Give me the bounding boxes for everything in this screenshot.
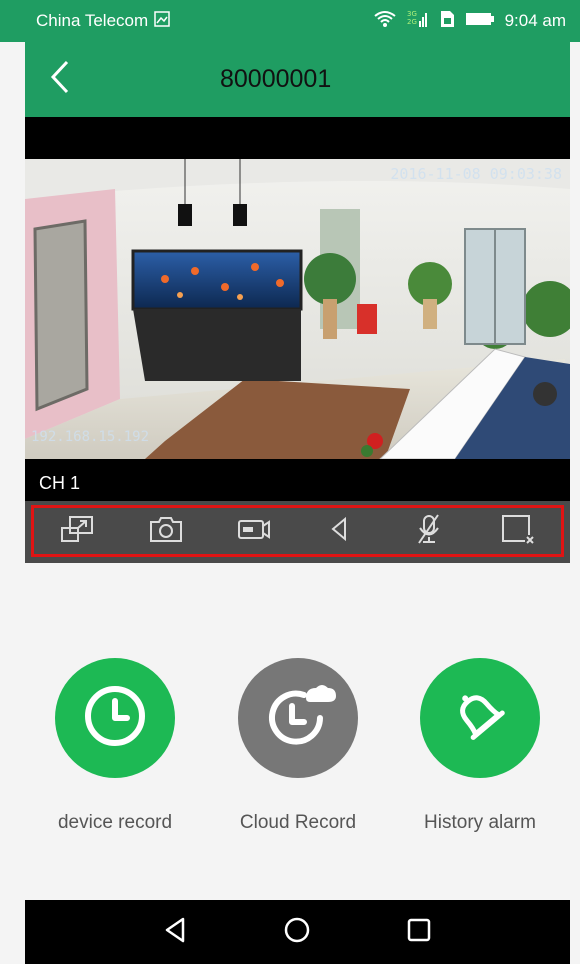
- osd-ip-address: 192.168.15.192: [31, 429, 150, 445]
- carrier-area: China Telecom: [36, 10, 373, 32]
- device-record-label: device record: [57, 812, 173, 833]
- snapshot-button[interactable]: [142, 511, 190, 551]
- sim-icon: [439, 10, 455, 33]
- nav-home-button[interactable]: [272, 907, 322, 957]
- channel-label: CH 1: [39, 473, 81, 493]
- back-arrow-icon: [49, 59, 71, 100]
- cloud-clock-icon: [258, 676, 338, 761]
- image-icon: [154, 10, 170, 32]
- speaker-button[interactable]: [317, 511, 365, 551]
- record-button[interactable]: [230, 511, 278, 551]
- action-panel: device record Cloud Record History alarm: [25, 563, 570, 900]
- fullscreen-button[interactable]: [54, 511, 102, 551]
- record-icon: [236, 514, 272, 549]
- svg-text:3G: 3G: [407, 10, 417, 18]
- home-circle-icon: [282, 915, 312, 950]
- clock-icon: [80, 681, 150, 756]
- nav-recents-button[interactable]: [394, 907, 444, 957]
- device-record-button[interactable]: device record: [45, 658, 185, 834]
- history-alarm-label: History alarm: [424, 812, 536, 833]
- status-bar: China Telecom 3G 2G 9:04 am: [0, 0, 580, 42]
- close-channel-button[interactable]: [493, 511, 541, 551]
- battery-icon: [465, 11, 495, 31]
- device-record-circle: [55, 658, 175, 778]
- recents-square-icon: [404, 915, 434, 950]
- carrier-name: China Telecom: [36, 11, 149, 30]
- video-toolbar: [25, 501, 570, 563]
- camera-scene-image: [25, 159, 570, 459]
- clock-time: 9:04 am: [504, 11, 566, 30]
- toolbar-highlight: [31, 505, 564, 557]
- status-icons: 3G 2G 9:04 am: [373, 9, 566, 34]
- page-title: 80000001: [220, 65, 332, 93]
- cloud-record-label: Cloud Record: [239, 812, 357, 833]
- nav-back-button[interactable]: [151, 907, 201, 957]
- speaker-icon: [323, 514, 359, 549]
- camera-icon: [148, 514, 184, 549]
- mic-muted-icon: [411, 513, 447, 550]
- live-video-feed[interactable]: 2016-11-08 09:03:38 192.168.15.192: [25, 159, 570, 459]
- cloud-record-button[interactable]: Cloud Record: [228, 658, 368, 834]
- video-panel: 2016-11-08 09:03:38 192.168.15.192 CH 1: [25, 117, 570, 501]
- microphone-button[interactable]: [405, 511, 453, 551]
- back-triangle-icon: [161, 915, 191, 950]
- fullscreen-icon: [60, 514, 96, 549]
- bell-icon: [445, 681, 515, 756]
- history-alarm-button[interactable]: History alarm: [410, 658, 550, 834]
- close-window-icon: [499, 513, 535, 550]
- osd-timestamp: 2016-11-08 09:03:38: [390, 165, 562, 183]
- app-screen: China Telecom 3G 2G 9:04 am 80000001 201…: [0, 0, 580, 964]
- svg-text:2G: 2G: [407, 18, 417, 26]
- cloud-record-circle: [238, 658, 358, 778]
- history-alarm-circle: [420, 658, 540, 778]
- back-button[interactable]: [25, 42, 95, 117]
- header-bar: 80000001: [25, 42, 570, 117]
- wifi-icon: [373, 10, 397, 33]
- signal-3g-icon: 3G 2G: [407, 9, 429, 34]
- android-nav-bar: [25, 900, 570, 964]
